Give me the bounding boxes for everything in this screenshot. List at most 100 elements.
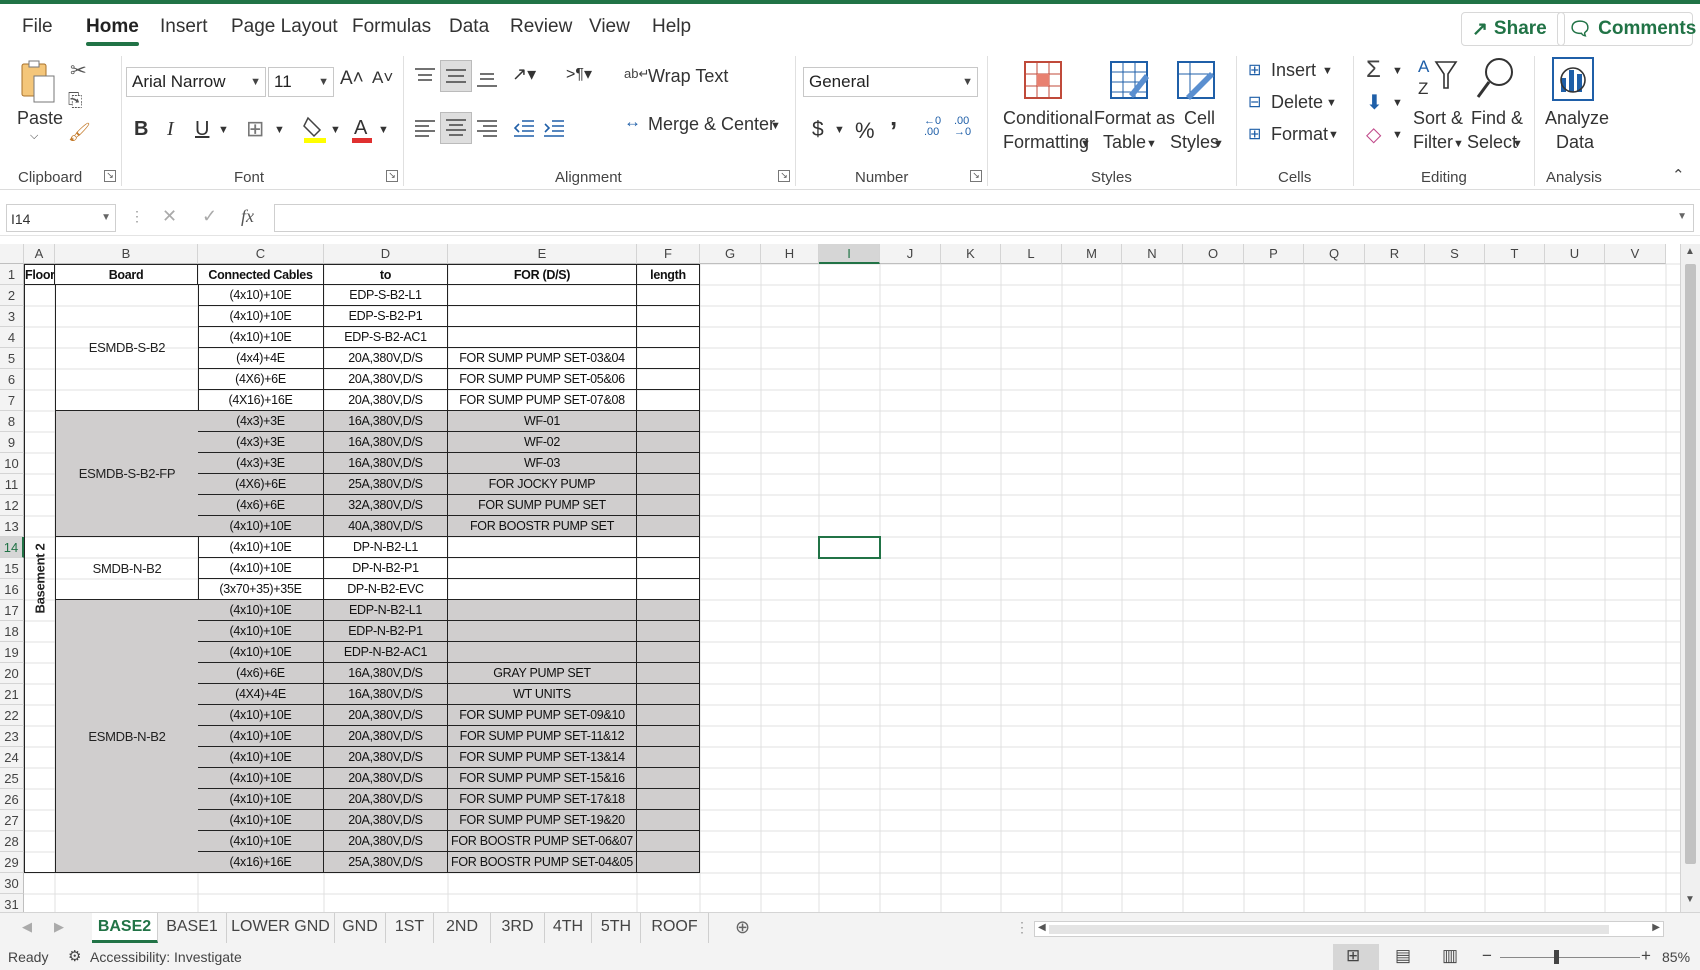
zoom-level[interactable]: 85%: [1662, 949, 1690, 965]
tab-file[interactable]: File: [22, 16, 53, 38]
name-box[interactable]: I14 ▼: [6, 204, 116, 232]
row-header-20[interactable]: 20: [0, 663, 24, 684]
for-cell[interactable]: FOR SUMP PUMP SET-19&20: [448, 810, 637, 831]
chevron-down-icon[interactable]: ▼: [1392, 129, 1403, 141]
wrap-text-icon[interactable]: ab↵: [624, 66, 649, 82]
cable-cell[interactable]: (4x3)+3E: [198, 453, 324, 474]
worksheet-grid[interactable]: ABCDEFGHIJKLMNOPQRSTUV 1 2 3 4 5 6 7 8 9 10 11 12 13…: [0, 244, 1700, 912]
length-cell[interactable]: [637, 285, 700, 306]
row-header-22[interactable]: 22: [0, 705, 24, 726]
for-cell[interactable]: WT UNITS: [448, 684, 637, 705]
board-cell[interactable]: SMDB-N-B2: [55, 537, 199, 600]
row-header-26[interactable]: 26: [0, 789, 24, 810]
length-cell[interactable]: [637, 348, 700, 369]
for-cell[interactable]: FOR SUMP PUMP SET: [448, 495, 637, 516]
zoom-out-icon[interactable]: −: [1482, 946, 1492, 966]
number-format-select[interactable]: General ▼: [803, 67, 978, 97]
for-cell[interactable]: [448, 558, 637, 579]
to-cell[interactable]: EDP-S-B2-AC1: [324, 327, 448, 348]
decrease-indent-icon[interactable]: [512, 118, 536, 145]
length-cell[interactable]: [637, 768, 700, 789]
format-cells-button[interactable]: Format: [1271, 124, 1328, 145]
next-sheet-icon[interactable]: ▶: [54, 919, 64, 935]
length-cell[interactable]: [637, 453, 700, 474]
sheet-tab-4th[interactable]: 4TH: [545, 913, 592, 943]
chevron-down-icon[interactable]: ▼: [1146, 138, 1157, 150]
for-cell[interactable]: [448, 579, 637, 600]
chevron-down-icon[interactable]: ▼: [218, 124, 229, 136]
sheet-tab-base2[interactable]: BASE2: [92, 913, 158, 943]
paste-button[interactable]: Paste: [17, 108, 63, 129]
row-header-23[interactable]: 23: [0, 726, 24, 747]
scroll-up-icon[interactable]: ▲: [1685, 246, 1695, 257]
to-cell[interactable]: DP-N-B2-P1: [324, 558, 448, 579]
cable-cell[interactable]: (4x10)+10E: [198, 537, 324, 558]
scroll-left-icon[interactable]: ◀: [1038, 922, 1046, 933]
to-cell[interactable]: 20A,380V,D/S: [324, 390, 448, 411]
board-cell[interactable]: ESMDB-N-B2: [55, 600, 199, 873]
for-cell[interactable]: FOR BOOSTR PUMP SET-06&07: [448, 831, 637, 852]
column-header-j[interactable]: J: [880, 244, 941, 264]
to-cell[interactable]: 20A,380V,D/S: [324, 789, 448, 810]
row-header-16[interactable]: 16: [0, 579, 24, 600]
column-header-v[interactable]: V: [1605, 244, 1666, 264]
fill-color-icon[interactable]: [302, 114, 328, 144]
to-cell[interactable]: EDP-N-B2-AC1: [324, 642, 448, 663]
column-header-l[interactable]: L: [1001, 244, 1062, 264]
splitter-icon[interactable]: ⋮: [1015, 919, 1029, 936]
format-painter-icon[interactable]: 🖌: [68, 122, 91, 143]
for-cell[interactable]: FOR BOOSTR PUMP SET-04&05: [448, 852, 637, 873]
header-board[interactable]: Board: [55, 264, 198, 285]
cut-icon[interactable]: ✂: [70, 58, 87, 83]
clear-icon[interactable]: ◇: [1366, 122, 1381, 147]
header-to[interactable]: to: [324, 264, 448, 285]
cable-cell[interactable]: (4X6)+6E: [198, 474, 324, 495]
chevron-down-icon[interactable]: ▼: [330, 124, 341, 136]
chevron-down-icon[interactable]: ▼: [101, 212, 111, 223]
to-cell[interactable]: 20A,380V,D/S: [324, 348, 448, 369]
column-header-n[interactable]: N: [1122, 244, 1183, 264]
conditional-formatting-icon[interactable]: [1023, 60, 1063, 100]
chevron-down-icon[interactable]: ▼: [1326, 97, 1337, 109]
length-cell[interactable]: [637, 327, 700, 348]
chevron-down-icon[interactable]: ▼: [1080, 138, 1091, 150]
tab-data[interactable]: Data: [449, 16, 489, 38]
conditional-formatting-label-1[interactable]: Conditional: [1003, 108, 1093, 129]
row-header-5[interactable]: 5: [0, 348, 24, 369]
row-header-17[interactable]: 17: [0, 600, 24, 621]
length-cell[interactable]: [637, 495, 700, 516]
row-header-15[interactable]: 15: [0, 558, 24, 579]
sheet-tab-2nd[interactable]: 2ND: [434, 913, 491, 943]
to-cell[interactable]: EDP-N-B2-P1: [324, 621, 448, 642]
comma-button[interactable]: ’: [890, 116, 897, 147]
row-header-1[interactable]: 1: [0, 264, 24, 285]
find-select-label-2[interactable]: Select: [1467, 132, 1517, 153]
cable-cell[interactable]: (4x10)+10E: [198, 705, 324, 726]
row-header-12[interactable]: 12: [0, 495, 24, 516]
column-header-c[interactable]: C: [198, 244, 324, 264]
analyze-data-icon[interactable]: [1551, 56, 1595, 102]
bottom-align-icon[interactable]: [475, 66, 499, 93]
sort-filter-icon[interactable]: AZ: [1418, 56, 1458, 98]
for-cell[interactable]: FOR SUMP PUMP SET-11&12: [448, 726, 637, 747]
enter-icon[interactable]: ✓: [202, 206, 217, 227]
for-cell[interactable]: [448, 306, 637, 327]
cable-cell[interactable]: (4x10)+10E: [198, 621, 324, 642]
chevron-down-icon[interactable]: ▼: [1677, 211, 1687, 222]
row-header-18[interactable]: 18: [0, 621, 24, 642]
cable-cell[interactable]: (4x6)+6E: [198, 495, 324, 516]
share-button[interactable]: ↗ Share: [1461, 12, 1565, 46]
page-layout-view-icon[interactable]: ▤: [1395, 946, 1411, 966]
conditional-formatting-label-2[interactable]: Formatting: [1003, 132, 1089, 153]
column-header-t[interactable]: T: [1485, 244, 1545, 264]
to-cell[interactable]: EDP-N-B2-L1: [324, 600, 448, 621]
header-length[interactable]: length: [637, 264, 700, 285]
zoom-slider-thumb[interactable]: [1554, 950, 1559, 964]
percent-button[interactable]: %: [855, 118, 875, 144]
format-as-table-label-1[interactable]: Format as: [1094, 108, 1175, 129]
column-header-g[interactable]: G: [700, 244, 761, 264]
header-for[interactable]: FOR (D/S): [448, 264, 637, 285]
length-cell[interactable]: [637, 852, 700, 873]
for-cell[interactable]: FOR SUMP PUMP SET-07&08: [448, 390, 637, 411]
comments-button[interactable]: 🗨 Comments: [1557, 12, 1696, 46]
